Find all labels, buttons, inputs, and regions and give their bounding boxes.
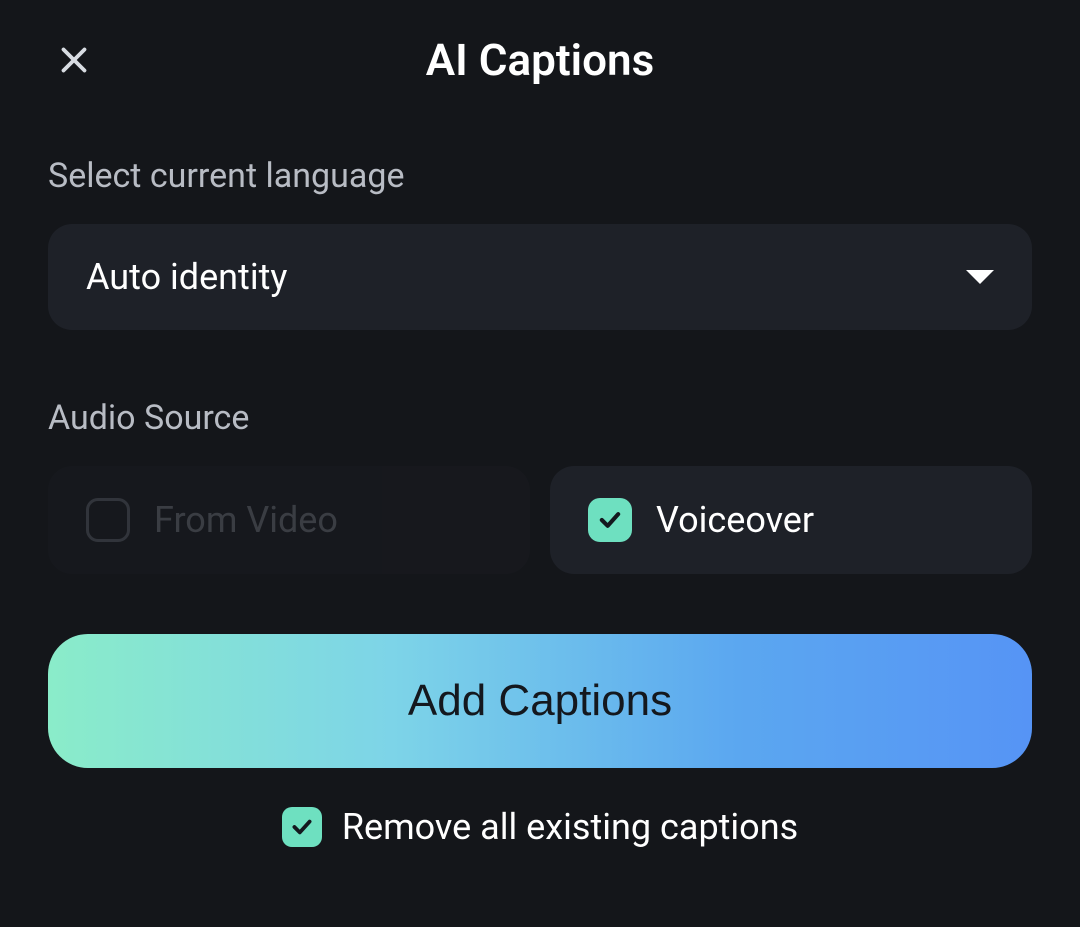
audio-option-from-video[interactable]: From Video [48, 466, 530, 574]
audio-source-section: Audio Source From Video Voiceover [48, 398, 1032, 574]
remove-existing-captions-toggle[interactable]: Remove all existing captions [48, 806, 1032, 848]
add-captions-button[interactable]: Add Captions [48, 634, 1032, 768]
audio-source-options: From Video Voiceover [48, 466, 1032, 574]
close-icon [56, 42, 92, 78]
ai-captions-modal: AI Captions Select current language Auto… [0, 0, 1080, 927]
audio-option-label: From Video [154, 499, 338, 541]
checkbox-checked-icon [282, 807, 322, 847]
audio-option-voiceover[interactable]: Voiceover [550, 466, 1032, 574]
audio-source-label: Audio Source [48, 398, 1032, 438]
language-section: Select current language Auto identity [48, 156, 1032, 330]
language-dropdown[interactable]: Auto identity [48, 224, 1032, 330]
checkmark-icon [596, 506, 624, 534]
chevron-down-icon [966, 270, 994, 284]
language-label: Select current language [48, 156, 1032, 196]
audio-option-label: Voiceover [656, 499, 814, 541]
language-selected-value: Auto identity [86, 256, 287, 298]
checkbox-unchecked-icon [86, 498, 130, 542]
checkmark-icon [289, 814, 315, 840]
modal-header: AI Captions [48, 34, 1032, 86]
remove-existing-label: Remove all existing captions [342, 806, 798, 848]
checkbox-checked-icon [588, 498, 632, 542]
close-button[interactable] [48, 34, 100, 86]
modal-title: AI Captions [426, 34, 654, 86]
